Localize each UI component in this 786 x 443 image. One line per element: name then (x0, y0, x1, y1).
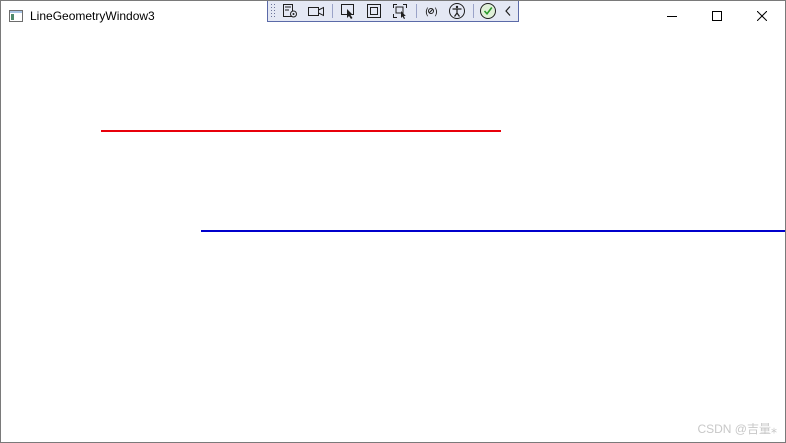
csdn-watermark: CSDN @吉量⁎ (697, 422, 777, 436)
line-geometry-canvas (101, 130, 785, 232)
main-window: LineGeometryWindow3 () CSDN @吉量⁎ (0, 0, 786, 443)
